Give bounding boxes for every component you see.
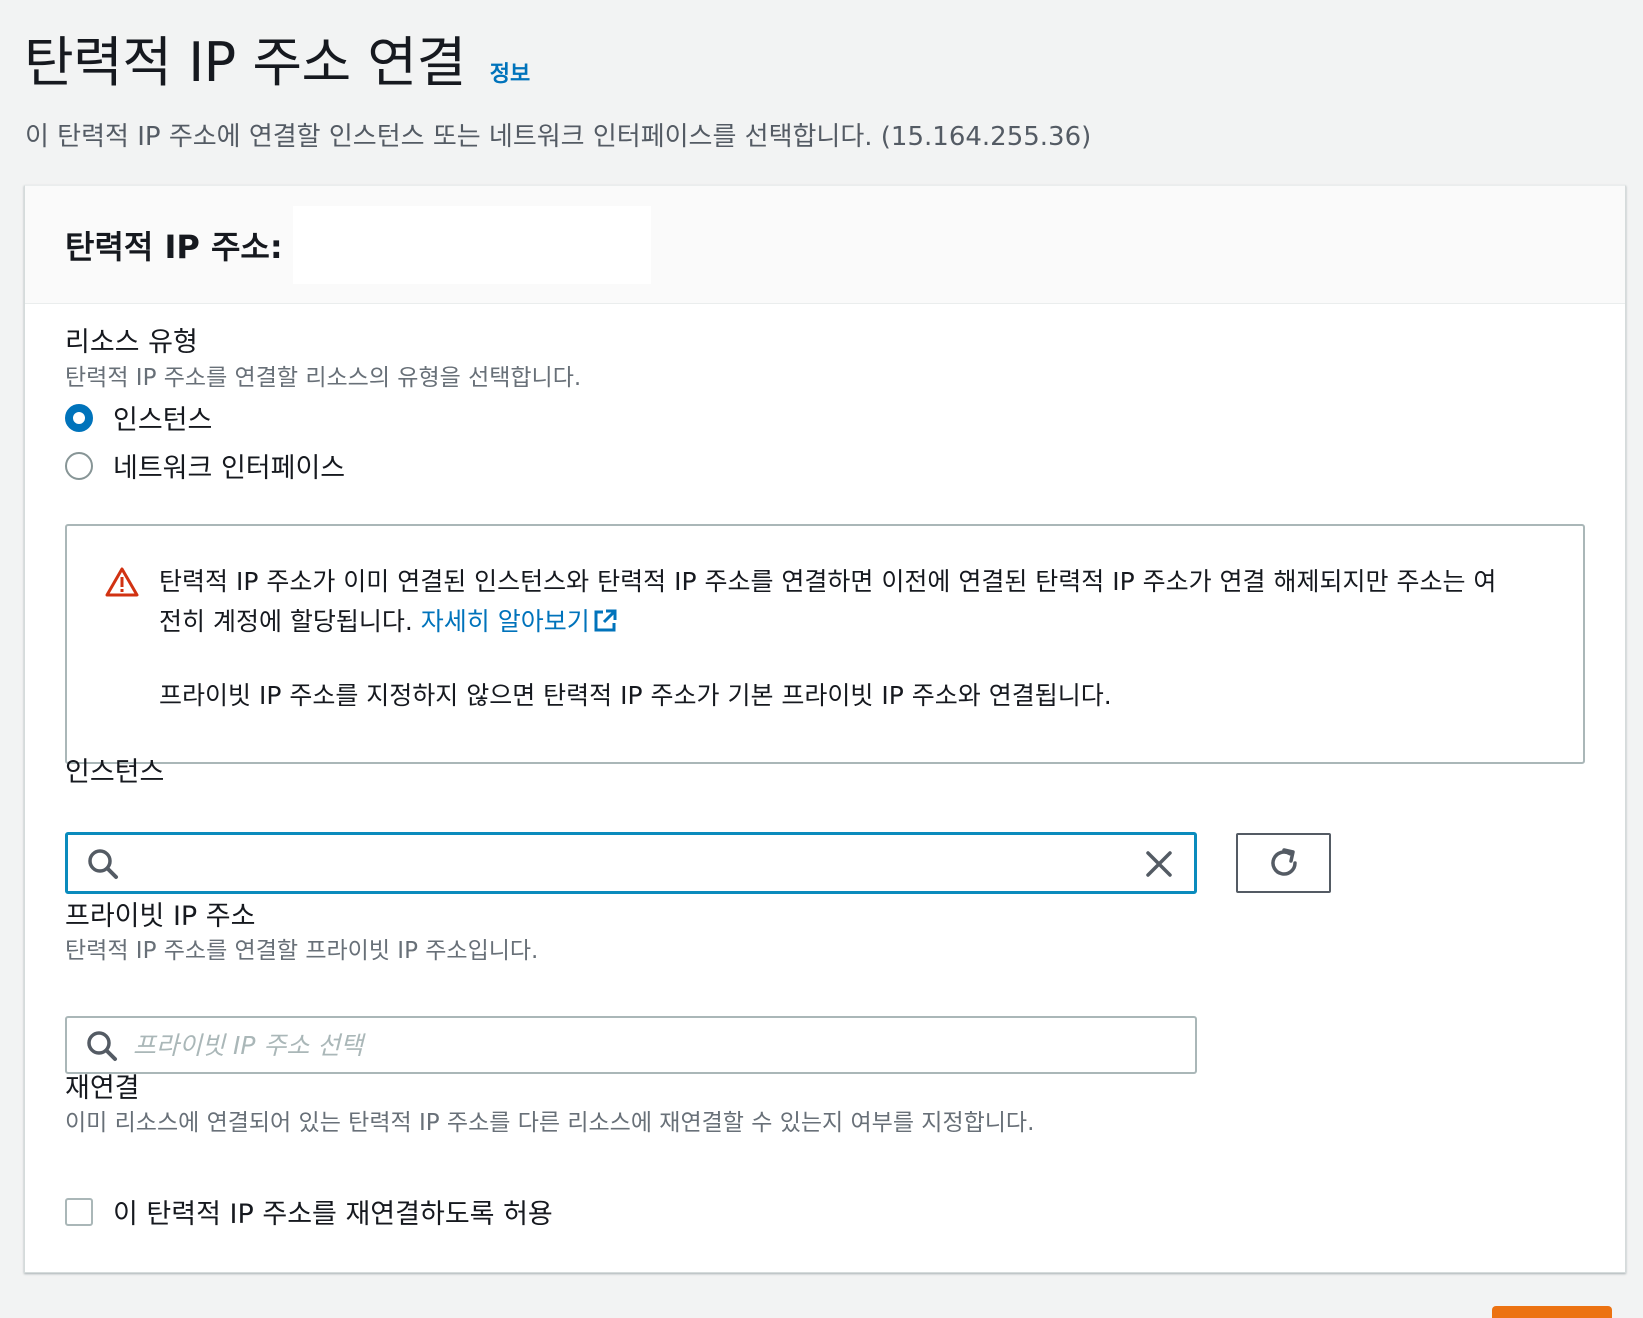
reassociation-checkbox[interactable] bbox=[65, 1197, 93, 1226]
instance-label: 인스턴스 bbox=[65, 757, 165, 788]
resource-type-label: 리소스 유형 bbox=[65, 327, 198, 358]
alert-message: 탄력적 IP 주소가 이미 연결된 인스턴스와 탄력적 IP 주소를 연결하면 … bbox=[159, 562, 1519, 642]
learn-more-link[interactable]: 자세히 알아보기 bbox=[421, 607, 618, 636]
close-icon bbox=[1146, 851, 1172, 877]
external-link-icon bbox=[594, 609, 617, 632]
learn-more-label: 자세히 알아보기 bbox=[420, 607, 590, 636]
reassociation-label: 재연결 bbox=[65, 1073, 140, 1104]
instance-search[interactable] bbox=[65, 832, 1197, 894]
primary-button[interactable] bbox=[1492, 1306, 1612, 1318]
alert-text: 탄력적 IP 주소가 이미 연결된 인스턴스와 탄력적 IP 주소를 연결하면 … bbox=[159, 567, 1497, 636]
reassociation-description: 이미 리소스에 연결되어 있는 탄력적 IP 주소를 다른 리소스에 재연결할 … bbox=[65, 1110, 1035, 1136]
search-icon bbox=[88, 849, 118, 879]
page: 탄력적 IP 주소 연결 정보 이 탄력적 IP 주소에 연결할 인스턴스 또는… bbox=[0, 0, 1643, 1318]
page-title: 탄력적 IP 주소 연결 bbox=[24, 31, 466, 94]
panel-header: 탄력적 IP 주소: bbox=[25, 186, 1625, 304]
radio-instance[interactable]: 인스턴스 bbox=[65, 398, 212, 437]
radio-network-interface[interactable]: 네트워크 인터페이스 bbox=[65, 446, 345, 485]
instance-search-input[interactable] bbox=[134, 841, 1094, 885]
elastic-ip-value bbox=[292, 205, 651, 284]
search-icon bbox=[87, 1031, 117, 1061]
alert-secondary-text: 프라이빗 IP 주소를 지정하지 않으면 탄력적 IP 주소가 기본 프라이빗 … bbox=[159, 681, 1112, 710]
info-link[interactable]: 정보 bbox=[490, 56, 530, 88]
reassociation-checkbox-label: 이 탄력적 IP 주소를 재연결하도록 허용 bbox=[113, 1199, 553, 1230]
radio-network-interface-label: 네트워크 인터페이스 bbox=[113, 453, 346, 484]
refresh-icon bbox=[1270, 848, 1297, 876]
private-ip-description: 탄력적 IP 주소를 연결할 프라이빗 IP 주소입니다. bbox=[65, 938, 539, 964]
private-ip-label: 프라이빗 IP 주소 bbox=[65, 901, 256, 932]
radio-instance-button[interactable] bbox=[65, 403, 93, 432]
settings-panel: 탄력적 IP 주소: 리소스 유형 탄력적 IP 주소를 연결할 리소스의 유형… bbox=[24, 185, 1626, 1273]
radio-network-interface-button[interactable] bbox=[65, 451, 93, 480]
reassociation-checkbox-row[interactable]: 이 탄력적 IP 주소를 재연결하도록 허용 bbox=[65, 1192, 553, 1231]
panel-title: 탄력적 IP 주소: bbox=[65, 227, 283, 266]
page-description: 이 탄력적 IP 주소에 연결할 인스턴스 또는 네트워크 인터페이스를 선택합… bbox=[25, 122, 1092, 152]
refresh-button[interactable] bbox=[1236, 833, 1331, 893]
clear-button[interactable] bbox=[1142, 847, 1176, 881]
resource-type-description: 탄력적 IP 주소를 연결할 리소스의 유형을 선택합니다. bbox=[65, 365, 582, 391]
radio-instance-label: 인스턴스 bbox=[113, 405, 213, 436]
warning-icon bbox=[105, 567, 139, 597]
private-ip-select[interactable] bbox=[65, 1016, 1197, 1074]
page-header: 탄력적 IP 주소 연결 정보 bbox=[24, 18, 530, 97]
info-alert: 탄력적 IP 주소가 이미 연결된 인스턴스와 탄력적 IP 주소를 연결하면 … bbox=[65, 524, 1585, 764]
private-ip-input[interactable] bbox=[133, 1024, 1133, 1066]
